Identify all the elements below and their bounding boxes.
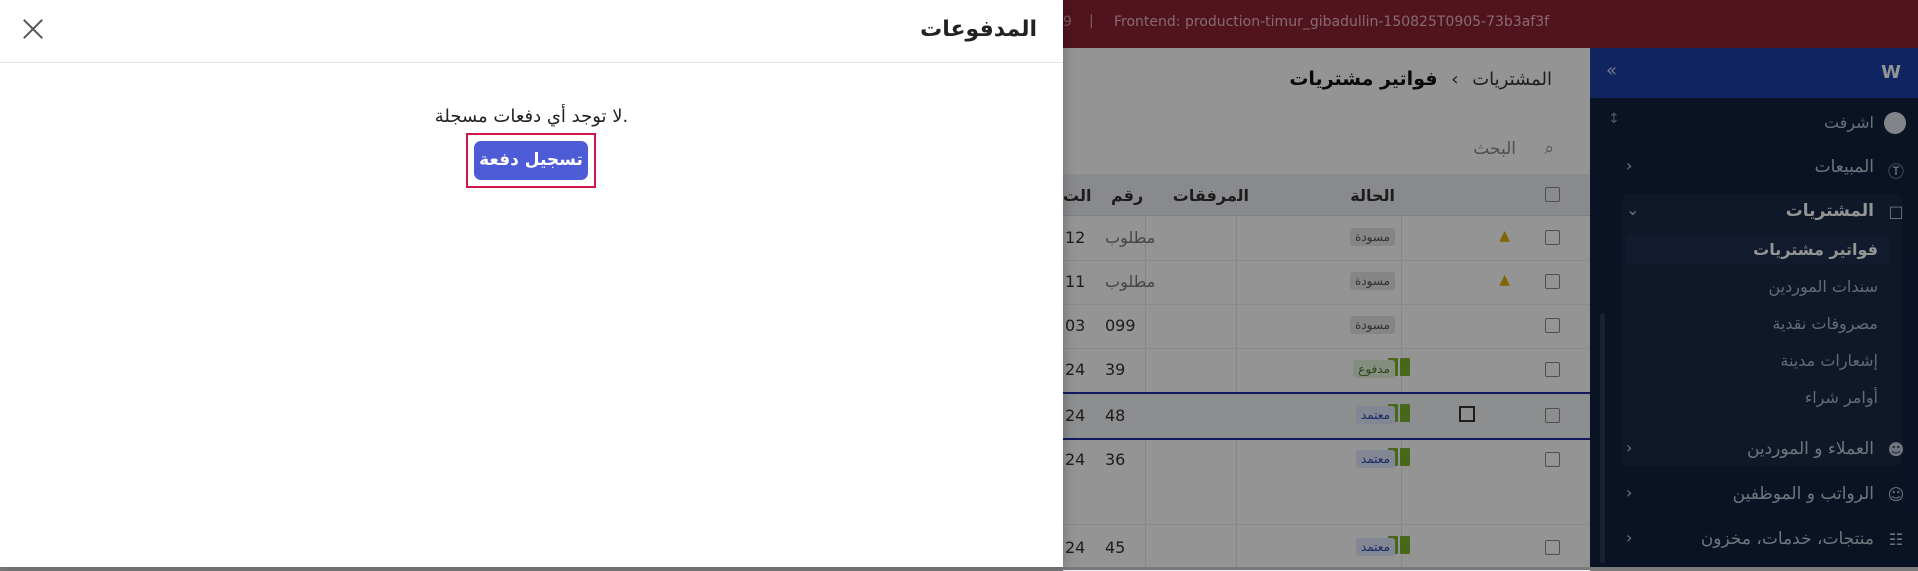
payments-panel: المدفوعات لا توجد أي دفعات مسجلة. تسجيل … [0,0,1063,567]
panel-header: المدفوعات [0,0,1063,63]
record-payment-highlight: تسجيل دفعة [466,133,596,188]
panel-title: المدفوعات [920,17,1037,42]
record-payment-button[interactable]: تسجيل دفعة [474,141,588,180]
close-icon[interactable] [20,16,46,42]
empty-state-text: لا توجد أي دفعات مسجلة. [434,106,629,127]
app-root: 9 | Frontend: production-timur_gibadulli… [0,0,1918,571]
